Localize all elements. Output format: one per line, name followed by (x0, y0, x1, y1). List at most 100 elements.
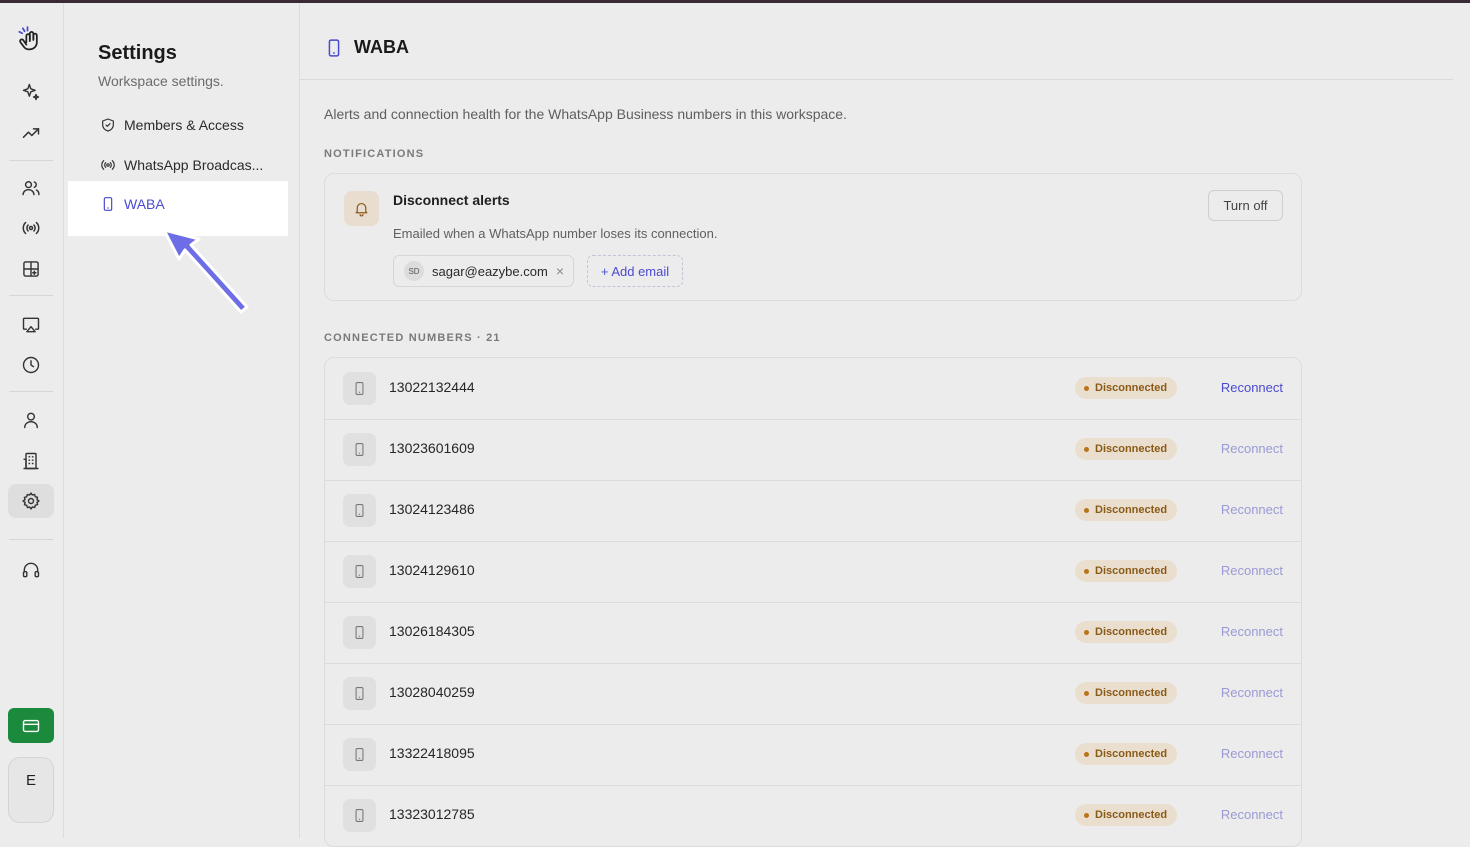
trending-up-icon[interactable] (8, 116, 54, 150)
status-badge: Disconnected (1075, 743, 1178, 765)
reconnect-button[interactable]: Reconnect (1221, 685, 1283, 700)
phone-number: 13322418095 (389, 745, 475, 761)
status-label: Disconnected (1095, 748, 1168, 760)
page-title: WABA (354, 37, 409, 57)
sidebar-subtitle: Workspace settings. (98, 73, 224, 89)
connected-numbers-list: 13022132444 Disconnected Reconnect 13023601… (324, 357, 1302, 847)
apps-icon[interactable] (8, 252, 54, 286)
status-label: Disconnected (1095, 626, 1168, 638)
status-badge: Disconnected (1075, 804, 1178, 826)
settings-sidebar: Settings Workspace settings. Members & A… (64, 3, 300, 838)
status-dot (1084, 690, 1089, 696)
status-label: Disconnected (1095, 382, 1168, 394)
main-panel: WABA Alerts and connection health for th… (300, 3, 1470, 847)
bell-icon (344, 191, 379, 226)
phone-icon (343, 677, 376, 710)
email-initials-avatar: SD (404, 261, 424, 281)
broadcast-icon (101, 160, 115, 170)
phone-icon (343, 555, 376, 588)
page-description: Alerts and connection health for the Wha… (324, 106, 847, 122)
turn-off-button[interactable]: Turn off (1208, 190, 1283, 221)
sidebar-item-label: WhatsApp Broadcas... (124, 157, 264, 173)
connected-numbers-section-label: CONNECTED NUMBERS · 21 (324, 332, 501, 344)
status-badge: Disconnected (1075, 560, 1178, 582)
sidebar-item-members-access[interactable]: Members & Access (100, 113, 244, 137)
phone-number: 13023601609 (389, 440, 475, 456)
headset-icon[interactable] (8, 553, 54, 587)
status-dot (1084, 385, 1089, 391)
rail-divider (9, 539, 53, 540)
status-label: Disconnected (1095, 504, 1168, 516)
phone-icon (343, 616, 376, 649)
alerts-title: Disconnect alerts (393, 192, 510, 208)
phone-icon (343, 494, 376, 527)
add-email-button[interactable]: + Add email (587, 255, 683, 287)
phone-icon (103, 197, 113, 211)
shield-check-icon (102, 118, 114, 132)
status-badge: Disconnected (1075, 499, 1178, 521)
table-row: 13022132444 Disconnected Reconnect (325, 358, 1301, 420)
status-dot (1084, 446, 1089, 452)
phone-icon (343, 372, 376, 405)
building-icon[interactable] (8, 444, 54, 478)
reconnect-button[interactable]: Reconnect (1221, 624, 1283, 639)
reconnect-button[interactable]: Reconnect (1221, 502, 1283, 517)
phone-icon (328, 38, 340, 57)
table-row: 13023601609 Disconnected Reconnect (325, 419, 1301, 481)
status-badge: Disconnected (1075, 377, 1178, 399)
table-row: 13322418095 Disconnected Reconnect (325, 724, 1301, 786)
status-dot (1084, 629, 1089, 635)
monitor-icon[interactable] (8, 308, 54, 342)
hand-logo-icon[interactable] (8, 23, 54, 57)
broadcast-icon[interactable] (8, 211, 54, 245)
status-badge: Disconnected (1075, 682, 1178, 704)
status-label: Disconnected (1095, 687, 1168, 699)
phone-number: 13323012785 (389, 806, 475, 822)
card-icon (22, 719, 40, 732)
settings-icon[interactable] (8, 484, 54, 518)
sidebar-item-label: WABA (124, 196, 165, 212)
status-label: Disconnected (1095, 565, 1168, 577)
email-chip: SD sagar@eazybe.com × (393, 255, 574, 287)
user-icon[interactable] (8, 403, 54, 437)
status-dot (1084, 751, 1089, 757)
billing-card-button[interactable] (8, 708, 54, 743)
reconnect-button[interactable]: Reconnect (1221, 807, 1283, 822)
avatar-fallback-text: E (25, 772, 36, 789)
status-dot (1084, 812, 1089, 818)
table-row: 13024129610 Disconnected Reconnect (325, 541, 1301, 603)
reconnect-button[interactable]: Reconnect (1221, 380, 1283, 395)
rail-divider (9, 295, 53, 296)
phone-number: 13024123486 (389, 501, 475, 517)
status-label: Disconnected (1095, 443, 1168, 455)
workspace-avatar[interactable]: E (8, 757, 54, 823)
sidebar-title: Settings (98, 42, 177, 64)
phone-number: 13026184305 (389, 623, 475, 639)
page-header: WABA (324, 37, 409, 58)
table-row: 13026184305 Disconnected Reconnect (325, 602, 1301, 664)
notifications-section-label: NOTIFICATIONS (324, 148, 425, 160)
email-address: sagar@eazybe.com (432, 263, 548, 279)
phone-number: 13028040259 (389, 684, 475, 700)
disconnect-alerts-card: Disconnect alerts Emailed when a WhatsAp… (324, 173, 1302, 301)
reconnect-button[interactable]: Reconnect (1221, 746, 1283, 761)
users-icon[interactable] (8, 171, 54, 205)
clock-icon[interactable] (8, 348, 54, 382)
rail-divider (9, 391, 53, 392)
rail-divider (9, 160, 53, 161)
sidebar-item-label: Members & Access (124, 117, 244, 133)
pointer-arrow-annotation (162, 228, 249, 314)
reconnect-button[interactable]: Reconnect (1221, 441, 1283, 456)
header-divider (300, 79, 1453, 80)
phone-icon (343, 433, 376, 466)
reconnect-button[interactable]: Reconnect (1221, 563, 1283, 578)
status-badge: Disconnected (1075, 438, 1178, 460)
status-dot (1084, 568, 1089, 574)
sparkle-icon[interactable] (8, 75, 54, 109)
phone-number: 13024129610 (389, 562, 475, 578)
table-row: 13024123486 Disconnected Reconnect (325, 480, 1301, 542)
remove-email-icon[interactable]: × (556, 263, 564, 279)
status-label: Disconnected (1095, 809, 1168, 821)
phone-icon (343, 799, 376, 832)
sidebar-item-whatsapp-broadcast[interactable]: WhatsApp Broadcas... (100, 153, 263, 177)
